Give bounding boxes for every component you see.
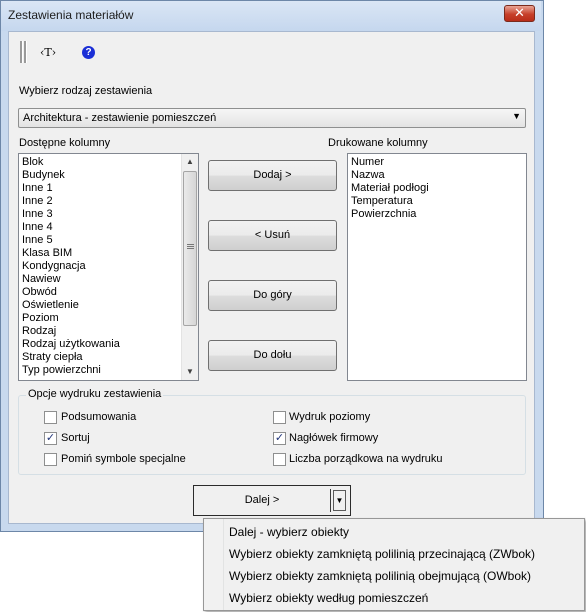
- skip-symbols-checkbox[interactable]: [44, 453, 57, 466]
- available-list-item[interactable]: Inne 1: [22, 182, 120, 195]
- ordinal-number-checkbox[interactable]: [273, 453, 286, 466]
- available-list-item[interactable]: Klasa BIM: [22, 247, 120, 260]
- next-options-menu: Dalej - wybierz obiekty Wybierz obiekty …: [203, 518, 585, 611]
- add-button[interactable]: Dodaj >: [208, 160, 337, 191]
- horizontal-print-label: Wydruk poziomy: [289, 411, 371, 423]
- skip-symbols-label: Pomiń symbole specjalne: [61, 453, 186, 465]
- scroll-down-icon[interactable]: ▼: [182, 364, 198, 380]
- move-down-button[interactable]: Do dołu: [208, 340, 337, 371]
- menu-item-window-polyline[interactable]: Wybierz obiekty zamkniętą polilinią obej…: [229, 566, 531, 586]
- toolbar-grip[interactable]: [24, 41, 27, 63]
- printed-list-item[interactable]: Numer: [351, 156, 429, 169]
- sort-label: Sortuj: [61, 432, 90, 444]
- split-divider: [330, 489, 331, 512]
- toolbar-grip[interactable]: [20, 41, 23, 63]
- available-list-item[interactable]: Nawiew: [22, 273, 120, 286]
- dropdown-arrow-icon[interactable]: ▼: [333, 490, 346, 511]
- printed-list-item[interactable]: Powierzchnia: [351, 208, 429, 221]
- menu-item-by-rooms[interactable]: Wybierz obiekty według pomieszczeń: [229, 588, 428, 608]
- window-title: Zestawienia materiałów: [8, 8, 134, 22]
- available-list-item[interactable]: Obwód: [22, 286, 120, 299]
- available-items: Blok Budynek Inne 1 Inne 2 Inne 3 Inne 4 Inne …: [22, 156, 120, 377]
- help-icon[interactable]: ?: [82, 46, 95, 59]
- available-list-item[interactable]: Typ powierzchni: [22, 364, 120, 377]
- available-list-item[interactable]: Budynek: [22, 169, 120, 182]
- chevron-down-icon[interactable]: ▼: [512, 111, 521, 121]
- print-options-title: Opcje wydruku zestawienia: [26, 388, 164, 400]
- grip-icon: [187, 244, 194, 245]
- menu-icon-gutter: [204, 519, 224, 610]
- horizontal-print-checkbox[interactable]: [273, 411, 286, 424]
- menu-item-select-objects[interactable]: Dalej - wybierz obiekty: [229, 522, 349, 542]
- summary-label: Podsumowania: [61, 411, 137, 423]
- type-select-value: Architektura - zestawienie pomieszczeń: [23, 112, 217, 124]
- type-label: Wybierz rodzaj zestawienia: [19, 85, 153, 97]
- next-button[interactable]: Dalej >: [194, 486, 330, 515]
- available-list-item[interactable]: Rodzaj użytkowania: [22, 338, 120, 351]
- available-list-item[interactable]: Straty ciepła: [22, 351, 120, 364]
- scroll-up-icon[interactable]: ▲: [182, 154, 198, 170]
- available-columns-list[interactable]: Blok Budynek Inne 1 Inne 2 Inne 3 Inne 4 Inne …: [18, 153, 199, 381]
- available-list-item[interactable]: Kondygnacja: [22, 260, 120, 273]
- next-split-button[interactable]: Dalej > ▼: [193, 485, 351, 516]
- type-select[interactable]: Architektura - zestawienie pomieszczeń ▼: [18, 108, 526, 128]
- available-columns-label: Dostępne kolumny: [19, 137, 111, 149]
- move-up-button[interactable]: Do góry: [208, 280, 337, 311]
- company-header-checkbox[interactable]: ✓: [273, 432, 286, 445]
- company-header-label: Nagłówek firmowy: [289, 432, 379, 444]
- available-list-item[interactable]: Inne 3: [22, 208, 120, 221]
- available-list-item[interactable]: Inne 2: [22, 195, 120, 208]
- summary-checkbox[interactable]: [44, 411, 57, 424]
- printed-columns-label: Drukowane kolumny: [328, 137, 428, 149]
- available-list-item[interactable]: Blok: [22, 156, 120, 169]
- text-tool-icon[interactable]: ‹T›: [40, 46, 56, 59]
- available-list-item[interactable]: Rodzaj: [22, 325, 120, 338]
- printed-list-item[interactable]: Nazwa: [351, 169, 429, 182]
- ordinal-number-label: Liczba porządkowa na wydruku: [289, 453, 443, 465]
- available-list-item[interactable]: Oświetlenie: [22, 299, 120, 312]
- printed-columns-list[interactable]: Numer Nazwa Materiał podłogi Temperatura Pow…: [347, 153, 527, 381]
- scroll-thumb[interactable]: [183, 171, 197, 326]
- printed-list-item[interactable]: Materiał podłogi: [351, 182, 429, 195]
- sort-checkbox[interactable]: ✓: [44, 432, 57, 445]
- available-list-item[interactable]: Inne 4: [22, 221, 120, 234]
- scrollbar[interactable]: ▲ ▼: [181, 154, 198, 380]
- available-list-item[interactable]: Poziom: [22, 312, 120, 325]
- printed-list-item[interactable]: Temperatura: [351, 195, 429, 208]
- remove-button[interactable]: < Usuń: [208, 220, 337, 251]
- printed-items: Numer Nazwa Materiał podłogi Temperatura Pow…: [351, 156, 429, 221]
- available-list-item[interactable]: Inne 5: [22, 234, 120, 247]
- menu-item-crossing-polyline[interactable]: Wybierz obiekty zamkniętą polilinią prze…: [229, 544, 535, 564]
- close-button[interactable]: ✕: [504, 5, 535, 22]
